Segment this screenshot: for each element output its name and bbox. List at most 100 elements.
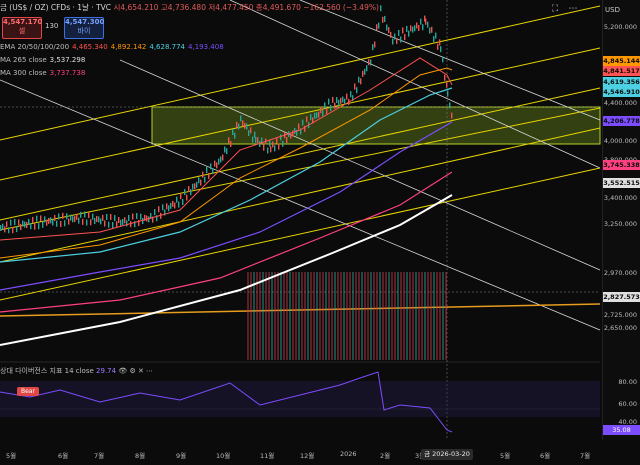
- candle: [234, 132, 236, 139]
- candle: [336, 97, 338, 104]
- x-axis-tick: 8월: [135, 452, 146, 460]
- candle: [226, 148, 228, 155]
- candle: [360, 78, 362, 85]
- candle: [206, 167, 208, 174]
- candle: [204, 176, 206, 183]
- candle: [376, 24, 378, 31]
- candle: [429, 27, 431, 34]
- rsi-tick-80: 80.00: [618, 378, 637, 386]
- candle: [96, 215, 98, 222]
- candle: [366, 65, 368, 72]
- x-axis-tick: 5월: [500, 452, 511, 460]
- candle: [282, 140, 284, 147]
- candle: [2, 223, 4, 230]
- candle: [384, 15, 386, 22]
- x-axis-tick: 10월: [216, 452, 231, 460]
- candle: [374, 41, 376, 48]
- candle: [110, 214, 112, 221]
- candle: [400, 36, 402, 43]
- symbol-header: 금 (US$ / OZ) CFDs · 1날 · TVC 시4,654.210 …: [0, 3, 379, 12]
- x-axis-tick: 2월: [380, 452, 391, 460]
- candle: [192, 183, 194, 190]
- candle: [198, 177, 200, 184]
- currency-label[interactable]: USD: [605, 6, 620, 14]
- candle: [188, 186, 190, 193]
- candle: [202, 171, 204, 178]
- candle: [28, 218, 30, 225]
- candle: [94, 218, 96, 225]
- candle: [68, 218, 70, 225]
- price-chart[interactable]: [0, 0, 640, 465]
- candle: [386, 24, 388, 31]
- indicator-legend-2[interactable]: MA 300 close 3,737.738: [0, 69, 85, 78]
- candle: [263, 144, 265, 151]
- more-icon[interactable]: ⋯: [566, 2, 580, 16]
- candle: [316, 112, 318, 119]
- candle: [378, 22, 380, 29]
- candle: [382, 16, 384, 23]
- candle: [36, 215, 38, 222]
- sell-button[interactable]: 4,547.170 셀: [2, 17, 42, 39]
- candle: [210, 163, 212, 170]
- candle: [302, 119, 304, 126]
- candle: [427, 21, 429, 28]
- candle: [88, 212, 90, 219]
- candle: [40, 215, 42, 222]
- y-axis-tick: 4,000.000: [603, 137, 637, 145]
- candle: [74, 216, 76, 223]
- candle: [368, 59, 370, 66]
- candle: [431, 26, 433, 33]
- candle: [86, 219, 88, 226]
- candle: [22, 220, 24, 227]
- candle: [34, 223, 36, 230]
- indicator-label: EMA 20/50/100/200: [0, 43, 70, 51]
- candle: [92, 213, 94, 220]
- candle: [439, 39, 441, 46]
- candle: [218, 158, 220, 165]
- candle: [270, 146, 272, 153]
- price-tag: 3,552.515: [603, 178, 640, 189]
- indicator-value: 4,892.142: [110, 43, 147, 51]
- candle: [20, 224, 22, 231]
- candle: [246, 123, 248, 130]
- candle: [370, 59, 372, 66]
- candle: [418, 24, 420, 31]
- fullscreen-icon[interactable]: ⛶: [548, 2, 562, 16]
- candle: [292, 130, 294, 137]
- candle: [330, 104, 332, 111]
- buy-button[interactable]: 4,547.300 바이: [64, 17, 104, 39]
- candle: [440, 46, 442, 53]
- candle: [124, 217, 126, 224]
- candle: [390, 31, 392, 38]
- candle: [416, 22, 418, 29]
- candle: [280, 134, 282, 141]
- x-axis-tick: 2026: [340, 450, 357, 458]
- candle: [314, 112, 316, 119]
- y-axis-tick: 2,725.000: [603, 311, 637, 319]
- candle: [4, 226, 6, 233]
- candle: [116, 221, 118, 228]
- indicator-legend-0[interactable]: EMA 20/50/100/200 4,465.340 4,892.142 4,628…: [0, 43, 224, 52]
- rsi-name: 상대 다이버전스 지표 14 close: [0, 367, 94, 375]
- chart-app[interactable]: 금 (US$ / OZ) CFDs · 1날 · TVC 시4,654.210 …: [0, 0, 640, 465]
- candle: [176, 196, 178, 203]
- candle: [267, 147, 269, 154]
- candle: [140, 213, 142, 220]
- candle: [12, 227, 14, 234]
- buy-price: 4,547.300: [65, 18, 105, 26]
- candle: [294, 127, 296, 134]
- price-tag: 4,206.778: [603, 116, 640, 127]
- candle: [72, 216, 74, 223]
- candle: [102, 214, 104, 221]
- candle: [200, 179, 202, 186]
- indicator-value: 4,628.774: [149, 43, 186, 51]
- candle: [136, 213, 138, 220]
- symbol-title[interactable]: 금 (US$ / OZ) CFDs · 1날 · TVC: [0, 3, 111, 12]
- rsi-tool-icons[interactable]: 👁 ⚙ ✕ ⋯: [118, 367, 153, 375]
- y-axis-tick: 3,400.000: [603, 194, 637, 202]
- candle: [269, 140, 271, 147]
- y-axis-tick: 2,970.000: [603, 268, 637, 277]
- candle: [112, 221, 114, 228]
- indicator-legend-1[interactable]: MA 265 close 3,537.298: [0, 56, 85, 65]
- candle: [278, 143, 280, 150]
